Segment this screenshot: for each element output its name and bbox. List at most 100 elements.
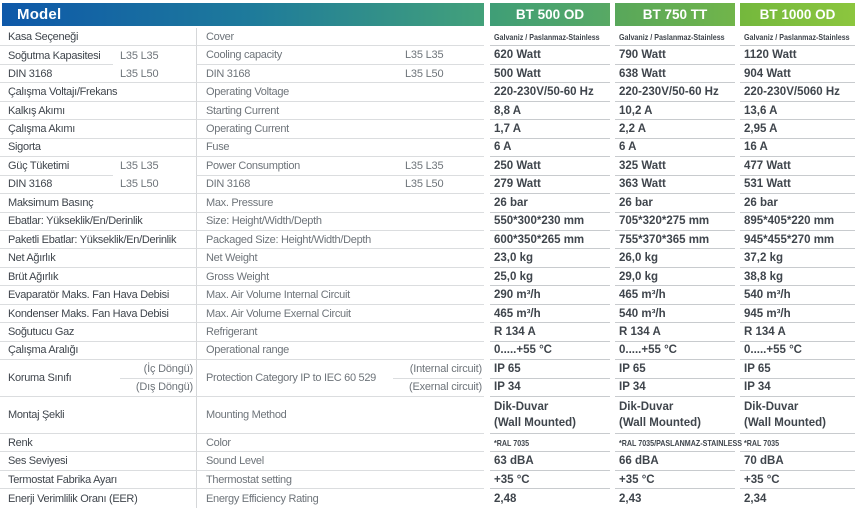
spec-value-line1: Dik-Duvar: [494, 399, 576, 415]
spec-value-bt-750-tt: 325 Watt: [615, 157, 735, 175]
spec-value-bt-1000-od: 945 m³/h: [740, 305, 855, 323]
spec-value-text: 25,0 kg: [494, 271, 533, 283]
en-label-cell: Max. Air Volume Internal Circuit: [196, 286, 484, 304]
spec-value-bt-750-tt: 705*320*275 mm: [615, 213, 735, 231]
spec-label-tr: Montaj Şekli: [8, 409, 64, 421]
en-label-cell: Cooling capacity L35 L35: [196, 46, 484, 64]
spec-value-text: IP 34: [744, 381, 771, 393]
spec-value-bt-500-od: 25,0 kg: [490, 268, 610, 286]
spec-label-en: Cooling capacity: [206, 49, 282, 61]
spec-sublabel-tr: L35 L35: [120, 50, 158, 62]
spec-value-text: *RAL 7035: [744, 438, 779, 448]
spec-row: Enerji Verimlilik Oranı (EER) Energy Effi…: [0, 489, 855, 507]
spec-value-text: R 134 A: [744, 326, 786, 338]
spec-value-text: 8,8 A: [494, 105, 521, 117]
en-label-cell: Max. Air Volume Exernal Circuit: [196, 305, 484, 323]
spec-row: DIN 3168L35 L50DIN 3168L35 L50279 Watt36…: [0, 176, 855, 194]
spec-value-bt-500-od: 279 Watt: [490, 176, 610, 194]
spec-value-bt-1000-od: 16 A: [740, 139, 855, 157]
spec-label-tr: Güç Tüketimi: [8, 160, 69, 172]
spec-value-bt-750-tt: +35 °C: [615, 471, 735, 489]
spec-value-text: IP 65: [744, 363, 771, 375]
spec-label-tr: Kalkış Akımı: [8, 105, 65, 117]
tr-label-cell: Güç TüketimiL35 L35: [0, 157, 196, 175]
spec-value-text: 2,95 A: [744, 123, 777, 135]
spec-value-text: 6 A: [619, 141, 636, 153]
tr-label-cell: Koruma Sınıfı (İç Döngü)(Dış Döngü): [0, 360, 196, 397]
spec-value-bt-1000-od: 895*405*220 mm: [740, 213, 855, 231]
spec-value-text: 600*350*265 mm: [494, 234, 584, 246]
spec-value-text: 29,0 kg: [619, 271, 658, 283]
model-header: Model: [2, 3, 484, 26]
en-label-cell: Energy Efficiency Rating: [196, 489, 484, 507]
spec-row: Net AğırlıkNet Weight23,0 kg26,0 kg37,2 …: [0, 249, 855, 267]
spec-value-text: 1120 Watt: [744, 49, 797, 61]
en-label-cell: Fuse: [196, 139, 484, 157]
en-label-cell: Refrigerant: [196, 323, 484, 341]
value-two-line: Dik-Duvar(Wall Mounted): [740, 399, 826, 431]
spec-value-text: 220-230V/50-60 Hz: [619, 86, 719, 98]
spec-label-tr: Çalışma Aralığı: [8, 344, 78, 356]
en-sublabel-bottom: (Exernal circuit): [393, 379, 482, 396]
spec-value-bt-750-tt: 465 m³/h: [615, 286, 735, 304]
value-bottom: IP 34: [615, 379, 735, 396]
spec-sublabel-en: L35 L35: [405, 160, 443, 172]
en-label-cell: Operating Current: [196, 120, 484, 138]
tr-label-cell: Net Ağırlık: [0, 249, 196, 267]
spec-label-tr: Enerji Verimlilik Oranı (EER): [8, 493, 137, 505]
spec-value-text: 2,2 A: [619, 123, 646, 135]
tr-label-cell: Çalışma Aralığı: [0, 342, 196, 360]
spec-label-en: Operating Current: [206, 123, 289, 135]
en-label-cell: DIN 3168L35 L50: [196, 176, 484, 194]
tr-label-cell: Maksimum Basınç: [0, 194, 196, 212]
spec-value-text: 0.....+55 °C: [619, 344, 677, 356]
en-label-cell: Color: [196, 434, 484, 452]
spec-value-text: +35 °C: [494, 474, 530, 486]
spec-value-bt-500-od: IP 65IP 34: [490, 360, 610, 397]
spec-sublabel-en: L35 L50: [405, 68, 443, 80]
spec-row: Ses SeviyesiSound Level63 dBA66 dBA70 dB…: [0, 452, 855, 470]
spec-value-text: 550*300*230 mm: [494, 215, 584, 227]
spec-value-bt-750-tt: 6 A: [615, 139, 735, 157]
spec-label-tr: Koruma Sınıfı: [8, 372, 71, 384]
spec-label-tr: Paketli Ebatlar: Yükseklik/En/Derinlik: [8, 234, 176, 246]
en-label-cell: DIN 3168L35 L50: [196, 65, 484, 83]
spec-value-bt-500-od: 250 Watt: [490, 157, 610, 175]
spec-sublabel-tr: (İç Döngü): [144, 363, 193, 375]
spec-row: Çalışma Voltajı/FrekansOperating Voltage…: [0, 83, 855, 101]
spec-label-en: Refrigerant: [206, 326, 257, 338]
spec-value-bt-750-tt: 0.....+55 °C: [615, 342, 735, 360]
spec-value-bt-750-tt: 540 m³/h: [615, 305, 735, 323]
spec-value-bt-500-od: 465 m³/h: [490, 305, 610, 323]
spec-value-bt-750-tt: 2,2 A: [615, 120, 735, 138]
spec-row: Maksimum BasınçMax. Pressure26 bar26 bar…: [0, 194, 855, 212]
spec-row: Koruma Sınıfı(İç Döngü)(Dış Döngü)Protec…: [0, 360, 855, 397]
spec-sublabel-en: L35 L35: [405, 49, 443, 61]
tr-label-cell: Kasa Seçeneği: [0, 28, 196, 46]
spec-value-text: 220-230V/50-60 Hz: [494, 86, 594, 98]
spec-value-text: 540 m³/h: [744, 289, 791, 301]
tr-label-cell: Evaparatör Maks. Fan Hava Debisi: [0, 286, 196, 304]
tr-label-cell: Soğutucu Gaz: [0, 323, 196, 341]
en-label-cell: Max. Pressure: [196, 194, 484, 212]
spec-label-en: Operational range: [206, 344, 289, 356]
en-label-cell: Starting Current: [196, 102, 484, 120]
spec-value-bt-500-od: 1,7 A: [490, 120, 610, 138]
spec-row: Kondenser Maks. Fan Hava DebisiMax. Air …: [0, 305, 855, 323]
spec-label-tr: Ses Seviyesi: [8, 455, 67, 467]
spec-value-text: 465 m³/h: [619, 289, 666, 301]
en-label-cell: Size: Height/Width/Depth: [196, 213, 484, 231]
value-top: IP 65: [740, 360, 855, 378]
tr-label-cell: Sigorta: [0, 139, 196, 157]
spec-value-bt-1000-od: R 134 A: [740, 323, 855, 341]
spec-value-bt-750-tt: R 134 A: [615, 323, 735, 341]
spec-label-en: Energy Efficiency Rating: [206, 493, 318, 505]
spec-value-text: 220-230V/5060 Hz: [744, 86, 840, 98]
tr-sublabel-stack: (İç Döngü)(Dış Döngü): [120, 360, 193, 396]
value-bottom: IP 34: [490, 379, 610, 396]
spec-value-bt-500-od: +35 °C: [490, 471, 610, 489]
spec-value-bt-750-tt: 2,43: [615, 489, 735, 507]
en-label-cell: Operational range: [196, 342, 484, 360]
spec-value-bt-750-tt: Galvaniz / Paslanmaz-Stainless: [615, 28, 735, 46]
spec-value-bt-750-tt: *RAL 7035/PASLANMAZ-STAINLESS: [615, 434, 735, 452]
